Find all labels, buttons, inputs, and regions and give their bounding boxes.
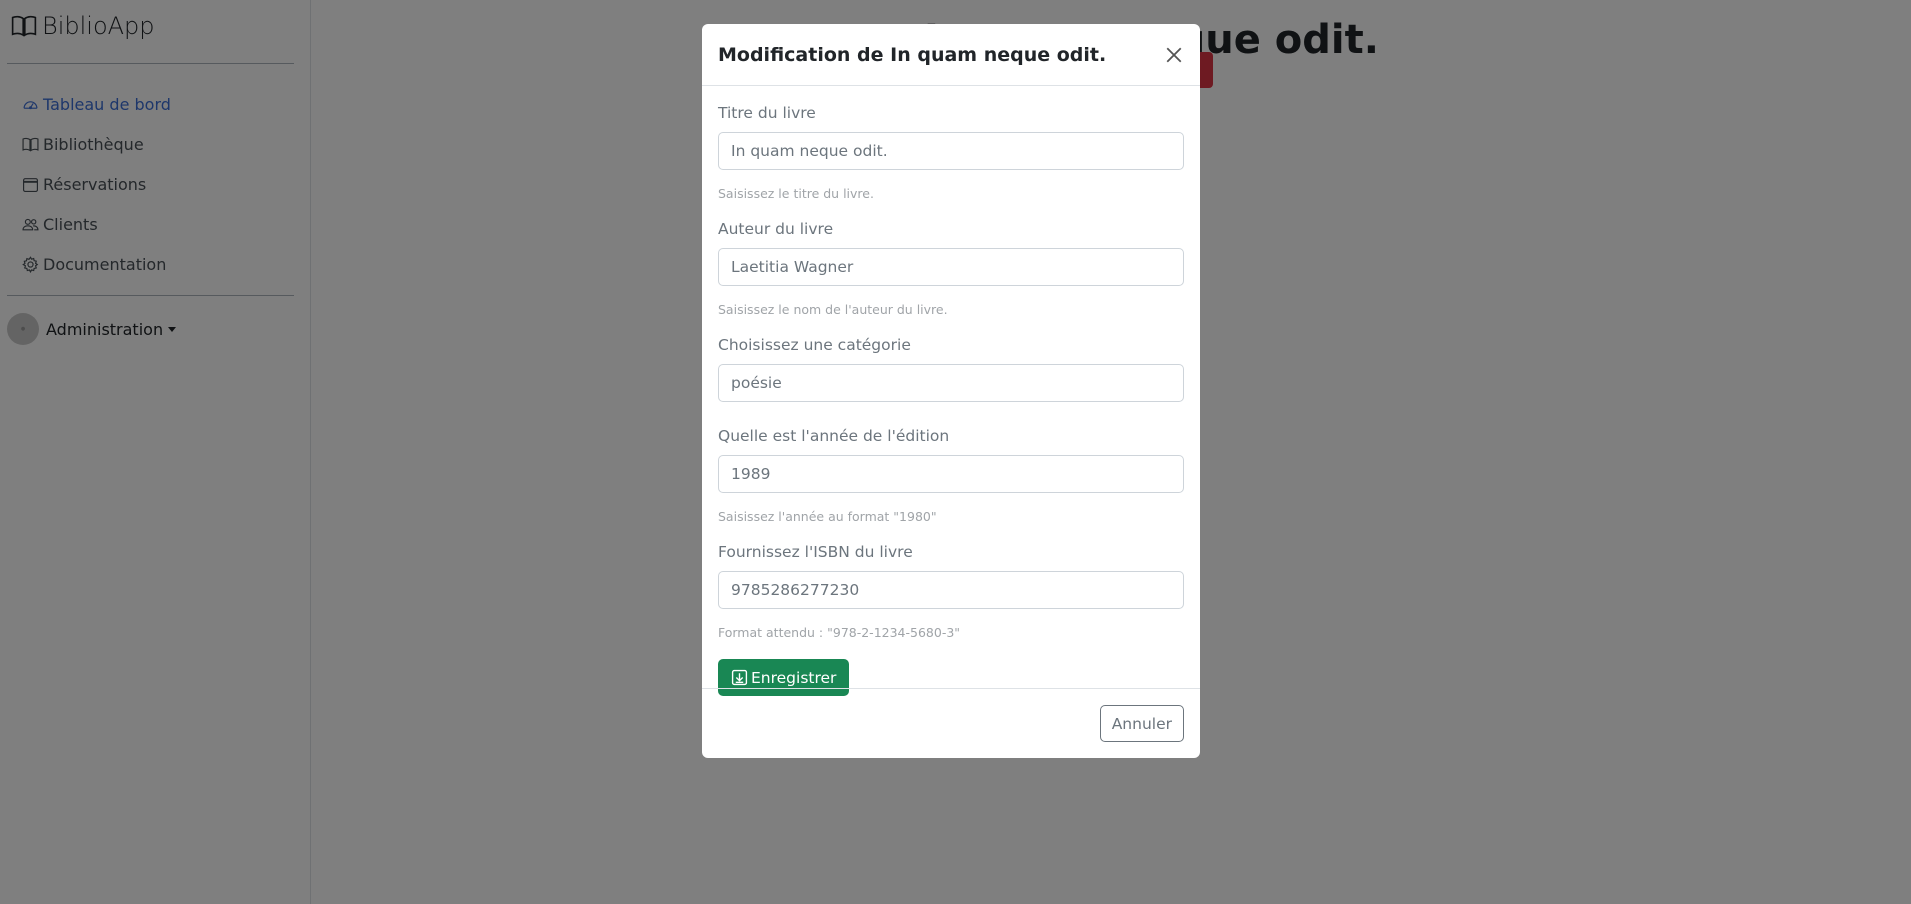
app-root: BiblioApp Tableau de bord Bibliothèque [0,0,1911,904]
field-title: Titre du livre Saisissez le titre du liv… [718,102,1184,203]
year-input[interactable] [718,455,1184,493]
isbn-label: Fournissez l'ISBN du livre [718,543,913,561]
author-help: Saisissez le nom de l'auteur du livre. [718,302,948,317]
author-label: Auteur du livre [718,220,834,238]
close-button[interactable] [1162,43,1186,67]
close-icon [1166,47,1182,62]
category-input[interactable] [718,364,1184,402]
isbn-input[interactable] [718,571,1184,609]
title-help: Saisissez le titre du livre. [718,186,874,201]
modal-body: Titre du livre Saisissez le titre du liv… [702,86,1200,696]
title-input[interactable] [718,132,1184,170]
modal-footer: Annuler [702,688,1200,758]
field-category: Choisissez une catégorie [718,334,1184,402]
author-input[interactable] [718,248,1184,286]
cancel-button[interactable]: Annuler [1099,705,1184,742]
year-label: Quelle est l'année de l'édition [718,427,950,445]
isbn-help: Format attendu : "978-2-1234-5680-3" [718,625,961,640]
field-isbn: Fournissez l'ISBN du livre Format attend… [718,541,1184,642]
edit-book-modal: Modification de In quam neque odit. Titr… [702,24,1200,758]
field-year: Quelle est l'année de l'édition Saisisse… [718,425,1184,526]
save-icon [731,669,748,686]
category-label: Choisissez une catégorie [718,336,911,354]
title-label: Titre du livre [718,104,816,122]
modal-title: Modification de In quam neque odit. [718,43,1107,66]
year-help: Saisissez l'année au format "1980" [718,509,937,524]
save-button-label: Enregistrer [751,668,837,687]
field-author: Auteur du livre Saisissez le nom de l'au… [718,218,1184,319]
modal-header: Modification de In quam neque odit. [702,24,1200,86]
edit-book-form: Titre du livre Saisissez le titre du liv… [718,102,1184,696]
